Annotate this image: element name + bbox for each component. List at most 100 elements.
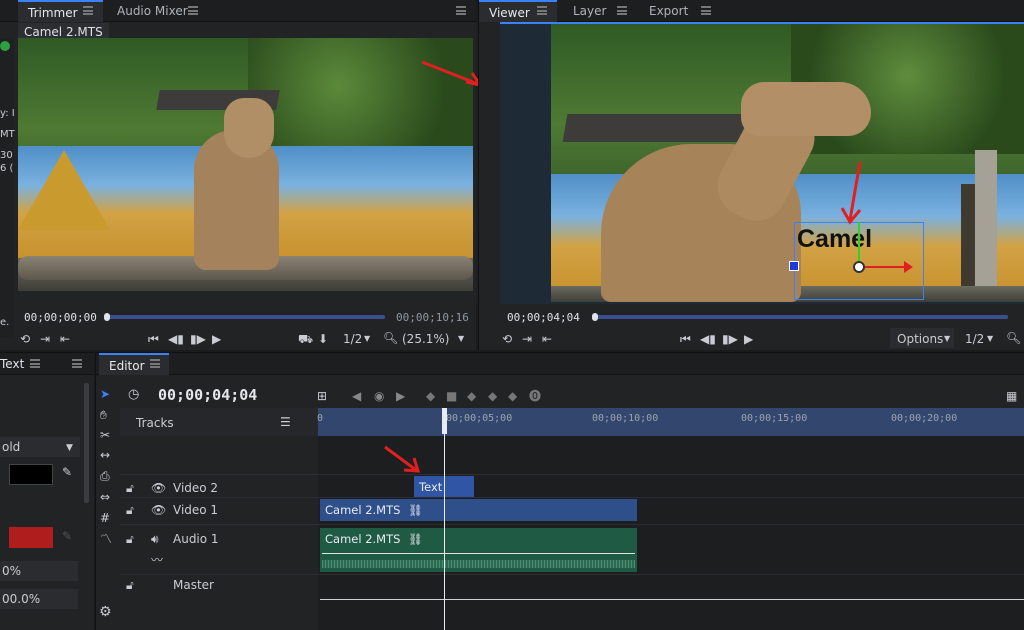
step-back-icon[interactable]: ◀▮ — [700, 332, 716, 346]
gizmo-center-icon[interactable] — [853, 261, 865, 273]
font-style-value[interactable]: old — [2, 440, 20, 454]
set-out-icon[interactable]: ⇤ — [60, 332, 70, 346]
viewer-tab-menu-icon[interactable] — [537, 6, 547, 15]
tab-audio-mixer[interactable]: Audio Mixer — [107, 0, 198, 22]
keyframe-info-icon[interactable]: ⓿ — [529, 389, 541, 403]
playhead-handle[interactable] — [442, 408, 447, 434]
lock-icon[interactable]: 🔓︎ — [126, 481, 134, 495]
annotation-arrow-text-clip — [384, 445, 421, 473]
trimmer-zoom-percent[interactable]: (25.1%) — [402, 332, 449, 346]
waveform-toggle-icon[interactable]: 〰 — [151, 553, 163, 567]
playhead-line[interactable] — [444, 434, 445, 630]
viewer-options-label[interactable]: Options — [897, 332, 943, 346]
track-separator — [120, 474, 1024, 475]
viewer-zoom-ratio[interactable]: 1/2 — [965, 332, 984, 346]
keyframe-icon[interactable]: ◆ — [426, 389, 435, 403]
set-out-icon[interactable]: ⇤ — [542, 332, 552, 346]
viewer-text-overlay[interactable]: Camel — [797, 225, 872, 254]
viewer-scrub-handle[interactable] — [592, 313, 598, 321]
keyframe-icon[interactable]: ◆ — [508, 389, 517, 403]
viewer-zoom-chevron-icon[interactable]: ▼ — [987, 332, 993, 346]
trimmer-zoom-ratio-chevron-icon[interactable]: ▼ — [364, 332, 370, 346]
stretch-tool-icon[interactable]: ↔ — [100, 448, 110, 462]
prev-keyframe-icon[interactable]: ◀ — [352, 389, 361, 403]
viewer-scrub-bar[interactable] — [594, 315, 1008, 319]
audio-mixer-tab-menu-icon[interactable] — [188, 6, 198, 15]
text-panel-menu-icon[interactable] — [72, 359, 82, 368]
viewer-preview-image[interactable] — [551, 24, 1024, 302]
gear-icon[interactable]: ⚙ — [99, 605, 112, 619]
select-tool-icon[interactable]: ➤ — [100, 387, 110, 401]
visibility-eye-icon[interactable]: 👁︎ — [151, 481, 166, 495]
play-icon[interactable]: ▶ — [212, 332, 221, 346]
trimmer-preview-image[interactable] — [18, 38, 473, 291]
lock-icon[interactable]: 🔓︎ — [126, 578, 134, 592]
tracks-label: Tracks — [136, 416, 174, 430]
clip-camel-video[interactable]: Camel 2.MTS ⛓ — [320, 499, 637, 521]
text-tab-menu-icon[interactable] — [30, 359, 40, 368]
keyframe-icon[interactable]: ◆ — [467, 389, 476, 403]
speaker-icon[interactable]: 🔊︎ — [151, 532, 159, 546]
set-in-icon[interactable]: ⇥ — [522, 332, 532, 346]
viewer-options-chevron-icon[interactable]: ▼ — [944, 332, 950, 346]
set-in-icon[interactable]: ⇥ — [40, 332, 50, 346]
lock-icon[interactable]: 🔓︎ — [126, 503, 134, 517]
gizmo-x-arrow-icon[interactable] — [904, 261, 913, 273]
font-style-chevron-icon[interactable]: ▼ — [66, 441, 73, 455]
gizmo-y-axis[interactable] — [858, 222, 860, 266]
gizmo-x-axis[interactable] — [860, 266, 910, 268]
add-icon[interactable] — [0, 41, 10, 51]
keyframe-icon[interactable]: ■ — [446, 389, 457, 403]
tab-export[interactable]: Export — [639, 0, 698, 22]
hand-tool-icon[interactable]: ✋︎ — [100, 408, 107, 422]
next-keyframe-icon[interactable]: ▶ — [396, 389, 405, 403]
timeline-settings-icon[interactable]: ▦ — [1006, 389, 1017, 403]
layer-tab-menu-icon[interactable] — [617, 6, 627, 15]
magnifier-icon[interactable]: 🔍︎ — [1006, 331, 1021, 345]
text-panel-scrollbar[interactable] — [84, 383, 89, 503]
insert-to-timeline-icon[interactable]: ⛟ — [298, 332, 313, 346]
go-to-start-icon[interactable]: ⏮ — [148, 332, 159, 346]
tracks-menu-icon[interactable]: ☰ — [280, 415, 291, 429]
outline-color-swatch[interactable] — [9, 527, 53, 548]
trimmer-tab-menu-icon[interactable] — [83, 6, 93, 15]
add-track-icon[interactable]: ⊞ — [317, 389, 327, 403]
trimmer-zoom-ratio[interactable]: 1/2 — [343, 332, 362, 346]
tab-text[interactable]: Text — [0, 357, 24, 371]
export-tab-menu-icon[interactable] — [701, 6, 711, 15]
trimmer-scrub-handle[interactable] — [104, 313, 110, 321]
trimmer-scrub-bar[interactable] — [105, 315, 385, 319]
eyedropper-icon[interactable]: ✎ — [62, 465, 72, 479]
play-icon[interactable]: ▶ — [744, 332, 753, 346]
loop-icon[interactable]: ⟲ — [20, 332, 30, 346]
record-keyframe-icon[interactable]: ◉ — [374, 389, 384, 403]
trimmer-panel: Trimmer Audio Mixer Camel 2.MTS 00;00;00… — [0, 0, 476, 350]
trimmer-zoom-chevron-icon[interactable]: ▼ — [458, 332, 464, 346]
loop-icon[interactable]: ⟲ — [502, 332, 512, 346]
step-forward-icon[interactable]: ▮▶ — [190, 332, 206, 346]
tab-layer[interactable]: Layer — [563, 0, 616, 22]
keyframe-icon[interactable]: ◆ — [488, 389, 497, 403]
transform-anchor-handle[interactable] — [789, 261, 799, 271]
ruler-label: 00;00;05;00 — [446, 413, 513, 424]
slip-tool-icon[interactable]: ⎙ — [100, 469, 110, 483]
razor-tool-icon[interactable]: ✂ — [100, 428, 110, 442]
audio-waveform — [322, 560, 635, 568]
numeric-field-value[interactable]: 0% — [2, 564, 21, 578]
grid-tool-icon[interactable]: # — [100, 511, 110, 525]
visibility-eye-icon[interactable]: 👁︎ — [151, 503, 166, 517]
overwrite-icon[interactable]: ⬇ — [318, 332, 328, 346]
keyframe-curve-icon[interactable]: 〽 — [100, 532, 112, 546]
editor-timecode[interactable]: 00;00;04;04 — [158, 386, 257, 404]
trimmer-panel-menu-icon[interactable] — [456, 6, 466, 15]
numeric-field-value[interactable]: 00.0% — [2, 592, 40, 606]
clock-icon: ◷ — [128, 387, 140, 402]
magnifier-icon[interactable]: 🔍︎ — [383, 331, 398, 345]
go-to-start-icon[interactable]: ⏮ — [680, 332, 691, 346]
step-forward-icon[interactable]: ▮▶ — [722, 332, 738, 346]
lock-icon[interactable]: 🔓︎ — [126, 532, 134, 546]
editor-tab-menu-icon[interactable] — [150, 359, 160, 368]
slide-tool-icon[interactable]: ⇔ — [100, 490, 110, 504]
step-back-icon[interactable]: ◀▮ — [168, 332, 184, 346]
text-color-swatch[interactable] — [9, 464, 53, 485]
